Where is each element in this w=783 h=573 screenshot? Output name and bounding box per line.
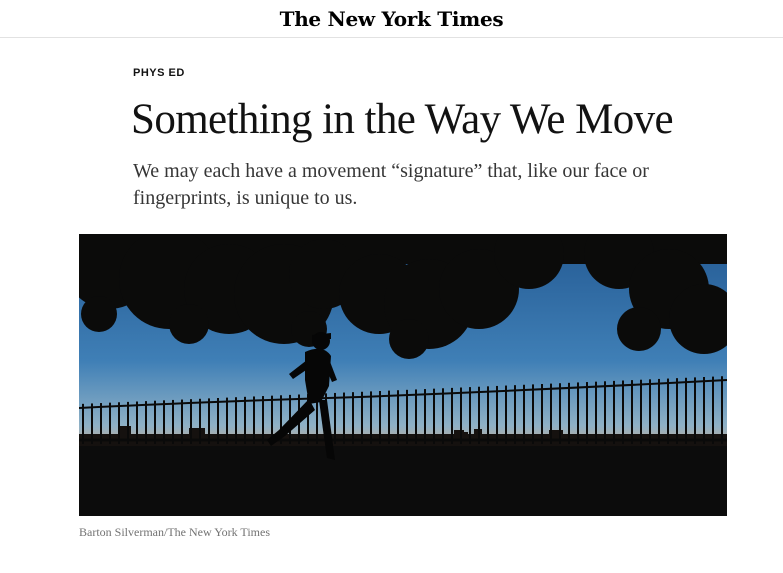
article-headline: Something in the Way We Move [131, 96, 674, 143]
section-kicker[interactable]: PHYS ED [133, 67, 185, 79]
photo-credit: Barton Silverman/The New York Times [79, 525, 271, 539]
masthead: The New York Times [0, 0, 783, 38]
article-photo [79, 234, 727, 516]
ground [79, 446, 727, 516]
nyt-logo[interactable]: The New York Times [280, 7, 504, 31]
article-summary: We may each have a movement “signature” … [133, 160, 649, 209]
runner-silhouette-image [79, 234, 727, 516]
